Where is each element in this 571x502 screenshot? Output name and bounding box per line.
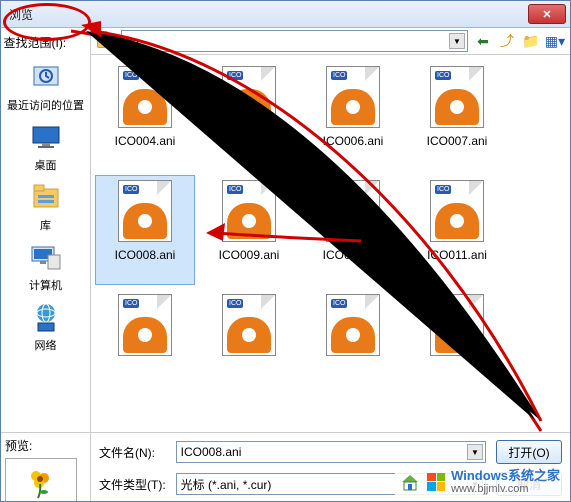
places-item-computer[interactable]: 计算机 bbox=[6, 239, 86, 293]
file-thumbnail: ICO bbox=[118, 66, 172, 128]
preview-label: 预览: bbox=[5, 437, 86, 454]
lookin-label: 查找范围(I): bbox=[4, 34, 67, 51]
file-thumbnail: ICO bbox=[430, 66, 484, 128]
back-icon[interactable]: ⬅ bbox=[474, 32, 492, 50]
places-item-network[interactable]: 网络 bbox=[6, 299, 86, 353]
watermark-text: Windows系统之家 bbox=[451, 469, 560, 483]
file-item[interactable]: ICO bbox=[95, 289, 195, 399]
filename-combo[interactable]: ICO008.ani ▼ bbox=[176, 441, 486, 463]
file-item[interactable]: ICO ICO009.ani bbox=[199, 175, 299, 285]
file-thumbnail: ICO bbox=[430, 180, 484, 242]
file-item[interactable]: ICO ICO006.ani bbox=[303, 61, 403, 171]
file-name-label: ICO008.ani bbox=[115, 248, 176, 262]
flower-icon bbox=[24, 466, 58, 500]
file-item[interactable]: ICO ICO011.ani bbox=[407, 175, 507, 285]
file-item[interactable]: ICO bbox=[407, 289, 507, 399]
network-icon bbox=[28, 299, 64, 335]
computer-icon bbox=[28, 239, 64, 275]
file-thumbnail: ICO bbox=[222, 294, 276, 356]
file-item[interactable]: ICO bbox=[303, 289, 403, 399]
file-name-label: ICO005.ani bbox=[219, 134, 280, 148]
chevron-down-icon: ▼ bbox=[449, 33, 465, 49]
filename-label: 文件名(N): bbox=[99, 444, 166, 461]
filename-value: ICO008.ani bbox=[181, 445, 242, 459]
file-list[interactable]: ICOICO004.aniICOICO005.aniICOICO006.aniI… bbox=[91, 55, 570, 432]
titlebar: 浏览 ✕ bbox=[1, 1, 570, 28]
up-icon[interactable]: ⤴ bbox=[498, 32, 516, 50]
file-thumbnail: ICO bbox=[326, 180, 380, 242]
file-name-label: ICO009.ani bbox=[219, 248, 280, 262]
close-icon: ✕ bbox=[542, 8, 551, 21]
browse-dialog: 浏览 ✕ 查找范围(I): 最近访问的位置桌面库计算机网络 co ▼ ⬅ ⤴ 📁 bbox=[0, 0, 571, 502]
places-item-recent[interactable]: 最近访问的位置 bbox=[6, 59, 86, 113]
new-folder-icon[interactable]: 📁 bbox=[522, 32, 540, 50]
open-button[interactable]: 打开(O) bbox=[496, 440, 562, 464]
preview-box bbox=[5, 458, 77, 502]
file-item[interactable]: ICO ICO008.ani bbox=[95, 175, 195, 285]
places-item-desktop[interactable]: 桌面 bbox=[6, 119, 86, 173]
file-name-label: ICO010.ani bbox=[323, 248, 384, 262]
dialog-body: 查找范围(I): 最近访问的位置桌面库计算机网络 co ▼ ⬅ ⤴ 📁 ▦▾ I… bbox=[1, 28, 570, 432]
close-button[interactable]: ✕ bbox=[528, 4, 566, 24]
file-thumbnail: ICO bbox=[430, 294, 484, 356]
recent-icon bbox=[28, 59, 64, 95]
places-item-label: 桌面 bbox=[6, 157, 86, 173]
desktop-icon bbox=[28, 119, 64, 155]
view-menu-icon[interactable]: ▦▾ bbox=[546, 32, 564, 50]
file-name-label: ICO011.ani bbox=[427, 248, 487, 262]
file-thumbnail: ICO bbox=[326, 66, 380, 128]
file-item[interactable]: ICO ICO004.ani bbox=[95, 61, 195, 171]
file-thumbnail: ICO bbox=[118, 294, 172, 356]
file-thumbnail: ICO bbox=[222, 66, 276, 128]
places-bar: 查找范围(I): 最近访问的位置桌面库计算机网络 bbox=[1, 28, 91, 432]
file-item[interactable]: ICO ICO007.ani bbox=[407, 61, 507, 171]
preview-panel: 预览: bbox=[1, 433, 91, 502]
filetype-value: 光标 (*.ani, *.cur) bbox=[181, 476, 272, 493]
windows-logo-icon bbox=[427, 473, 445, 491]
places-item-label: 网络 bbox=[6, 337, 86, 353]
file-thumbnail: ICO bbox=[222, 180, 276, 242]
file-name-label: ICO006.ani bbox=[323, 134, 384, 148]
folder-icon bbox=[97, 34, 115, 48]
chevron-down-icon: ▼ bbox=[467, 444, 483, 460]
lookin-value: co bbox=[126, 34, 139, 48]
lookin-combo[interactable]: co ▼ bbox=[121, 30, 468, 52]
file-item[interactable]: ICO ICO010.ani bbox=[303, 175, 403, 285]
libraries-icon bbox=[28, 179, 64, 215]
file-name-label: ICO004.ani bbox=[115, 134, 176, 148]
toolbar: co ▼ ⬅ ⤴ 📁 ▦▾ bbox=[91, 28, 570, 55]
watermark-url: www.bjjmlv.com bbox=[451, 483, 560, 495]
house-icon bbox=[399, 472, 421, 492]
places-item-label: 库 bbox=[6, 217, 86, 233]
file-item[interactable]: ICO bbox=[199, 289, 299, 399]
filetype-label: 文件类型(T): bbox=[99, 476, 166, 493]
places-item-label: 最近访问的位置 bbox=[6, 97, 86, 113]
file-thumbnail: ICO bbox=[326, 294, 380, 356]
file-item[interactable]: ICO ICO005.ani bbox=[199, 61, 299, 171]
file-panel: co ▼ ⬅ ⤴ 📁 ▦▾ ICO ICO004.ani ICO ICO005.ani… bbox=[91, 28, 570, 432]
watermark: Windows系统之家 www.bjjmlv.com bbox=[395, 467, 564, 497]
file-name-label: ICO007.ani bbox=[427, 134, 488, 148]
file-thumbnail: ICO bbox=[118, 180, 172, 242]
places-item-libraries[interactable]: 库 bbox=[6, 179, 86, 233]
places-item-label: 计算机 bbox=[6, 277, 86, 293]
window-title: 浏览 bbox=[5, 6, 528, 23]
